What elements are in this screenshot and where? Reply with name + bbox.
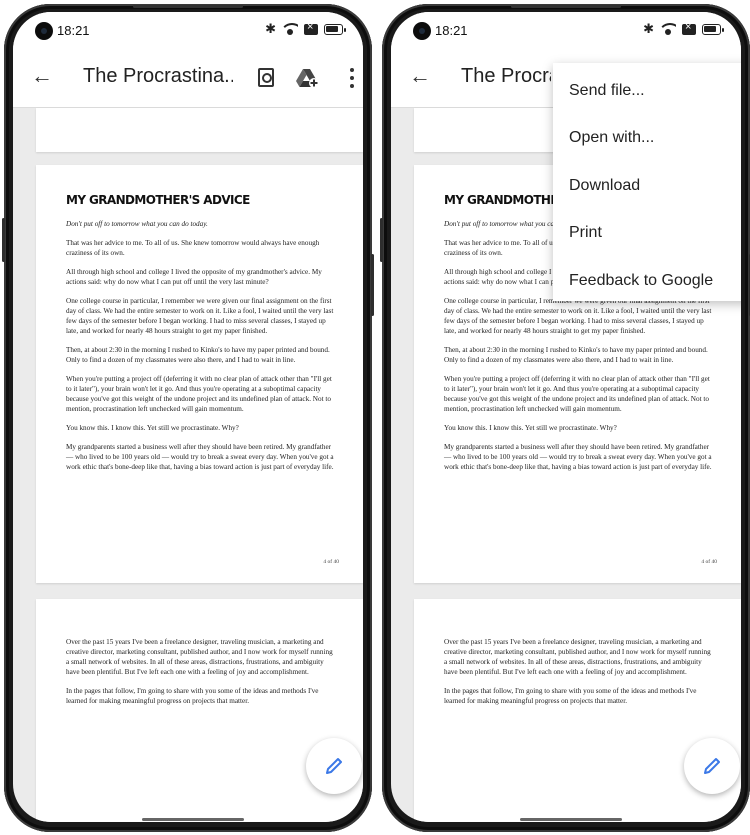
status-bar: 18:21 ✱ [13, 12, 363, 46]
volume-button [2, 218, 5, 262]
phone-top-edge [133, 5, 243, 8]
paragraph: Over the past 15 years I've been a freel… [66, 638, 333, 676]
battery-icon [702, 23, 724, 35]
find-in-document-icon[interactable] [258, 68, 274, 87]
menu-item-feedback[interactable]: Feedback to Google [553, 257, 741, 305]
status-time: 18:21 [435, 23, 468, 38]
paragraph: My grandparents started a business well … [444, 443, 712, 471]
wifi-icon [282, 23, 298, 35]
volume-button [380, 218, 383, 262]
back-arrow-icon[interactable]: ← [31, 64, 53, 88]
paragraph: In the pages that follow, I'm going to s… [444, 687, 697, 705]
sim-icon [682, 21, 696, 35]
page-number: 4 of 40 [323, 559, 339, 565]
paragraph: Over the past 15 years I've been a freel… [444, 638, 711, 676]
menu-item-download[interactable]: Download [553, 162, 741, 210]
camera-hole [35, 22, 53, 40]
status-bar: 18:21 ✱ [391, 12, 741, 46]
paragraph: Don't put off to tomorrow what you can d… [66, 220, 208, 228]
paragraph: Then, at about 2:30 in the morning I rus… [444, 346, 708, 364]
document-page: Over the past 15 years I've been a freel… [36, 599, 363, 822]
edit-pencil-icon [704, 758, 720, 774]
document-page-previous [36, 108, 363, 152]
more-vert-icon[interactable] [350, 68, 354, 88]
power-button [371, 254, 374, 316]
document-page: Over the past 15 years I've been a freel… [414, 599, 741, 822]
paragraph: When you're putting a project off (defer… [66, 375, 332, 413]
phone-left: 18:21 ✱ ← The Procrastina... [2, 4, 374, 832]
screen: 18:21 ✱ ← The Procrastina... [13, 12, 363, 822]
paragraph: You know this. I know this. Yet still we… [66, 424, 239, 432]
overflow-menu: Send file... Open with... Download Print… [553, 63, 741, 301]
add-to-drive-icon[interactable] [295, 68, 319, 88]
app-bar: ← The Procrastina... [13, 46, 363, 108]
paragraph: One college course in particular, I reme… [66, 297, 334, 335]
screen: 18:21 ✱ ← The Procrastina... MY GRANDMOT… [391, 12, 741, 822]
page-number: 4 of 40 [701, 559, 717, 565]
paragraph: You know this. I know this. Yet still we… [444, 424, 617, 432]
document-page: MY GRANDMOTHER'S ADVICE Don't put off to… [36, 165, 363, 583]
paragraph: All through high school and college I li… [66, 268, 322, 286]
menu-item-send-file[interactable]: Send file... [553, 67, 741, 115]
menu-item-print[interactable]: Print [553, 210, 741, 258]
home-indicator[interactable] [142, 818, 244, 821]
menu-item-open-with[interactable]: Open with... [553, 115, 741, 163]
back-arrow-icon[interactable]: ← [409, 64, 431, 88]
sim-icon [304, 21, 318, 35]
phone-top-edge [511, 5, 621, 8]
paragraph: When you're putting a project off (defer… [444, 375, 710, 413]
status-icons: ✱ [265, 21, 346, 36]
document-title: The Procrastina... [461, 65, 551, 87]
status-icons: ✱ [643, 21, 724, 36]
camera-hole [413, 22, 431, 40]
document-title: The Procrastina... [83, 65, 233, 87]
paragraph: That was her advice to me. To all of us.… [66, 239, 320, 257]
status-time: 18:21 [57, 23, 90, 38]
wifi-icon [660, 23, 676, 35]
edit-pencil-icon [326, 758, 342, 774]
stage: 18:21 ✱ ← The Procrastina... [0, 0, 750, 835]
paragraph: Then, at about 2:30 in the morning I rus… [66, 346, 330, 364]
bluetooth-icon: ✱ [265, 21, 276, 36]
bluetooth-icon: ✱ [643, 21, 654, 36]
phone-right: 18:21 ✱ ← The Procrastina... MY GRANDMOT… [380, 4, 750, 832]
edit-fab-button[interactable] [684, 738, 740, 794]
edit-fab-button[interactable] [306, 738, 362, 794]
paragraph: My grandparents started a business well … [66, 443, 334, 471]
battery-icon [324, 23, 346, 35]
chapter-heading: MY GRANDMOTHER'S ADVICE [66, 193, 250, 207]
home-indicator[interactable] [520, 818, 622, 821]
paragraph: In the pages that follow, I'm going to s… [66, 687, 319, 705]
